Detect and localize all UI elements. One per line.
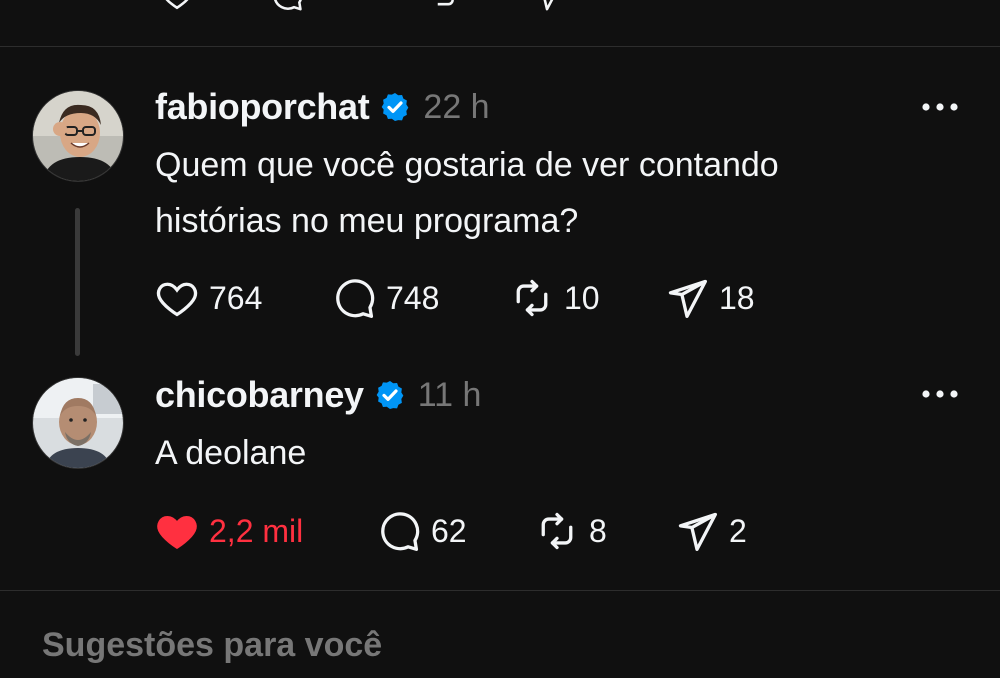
repost-button[interactable]: 8 xyxy=(535,509,675,553)
repost-icon xyxy=(541,512,573,550)
repost-count: 10 xyxy=(564,279,600,316)
post-text: Quem que você gostaria de ver contando h… xyxy=(155,137,935,249)
post-text-line: Quem que você gostaria de ver contando xyxy=(155,146,779,184)
repost-button[interactable]: 10 xyxy=(510,276,665,320)
post-header: chicobarney 11 h xyxy=(155,373,481,417)
share-button[interactable]: 2 xyxy=(675,509,747,553)
like-button[interactable]: 764 xyxy=(155,276,332,320)
username[interactable]: chicobarney xyxy=(155,374,364,416)
heart-icon[interactable] xyxy=(160,0,194,12)
action-bar: 2,2 mil 62 8 2 xyxy=(155,508,747,554)
repost-icon xyxy=(516,279,548,317)
share-icon[interactable] xyxy=(530,0,564,12)
avatar[interactable] xyxy=(32,90,124,182)
thread-line xyxy=(75,208,80,356)
divider-bottom xyxy=(0,590,1000,591)
verified-badge-icon xyxy=(382,93,409,121)
comment-count: 748 xyxy=(386,279,440,316)
timestamp: 22 h xyxy=(423,87,490,126)
comment-button[interactable]: 62 xyxy=(377,509,535,553)
comment-count: 62 xyxy=(431,512,467,549)
suggestions-heading: Sugestões para você xyxy=(42,626,383,664)
share-icon xyxy=(678,512,717,551)
like-button[interactable]: 2,2 mil xyxy=(155,509,377,553)
comment-button[interactable]: 748 xyxy=(332,276,510,320)
more-options-icon[interactable] xyxy=(920,97,960,117)
share-button[interactable]: 18 xyxy=(665,276,755,320)
post-text-line: A deolane xyxy=(155,434,307,472)
heart-icon xyxy=(156,282,198,317)
like-count: 2,2 mil xyxy=(209,512,304,549)
previous-post-actions xyxy=(0,0,1000,46)
repost-count: 8 xyxy=(589,512,607,549)
divider-top xyxy=(0,46,1000,47)
avatar[interactable] xyxy=(32,377,124,469)
like-count: 764 xyxy=(209,279,263,316)
post-header: fabioporchat 22 h xyxy=(155,85,490,129)
timestamp: 11 h xyxy=(417,375,482,414)
share-count: 18 xyxy=(719,279,755,316)
profile-photo-icon xyxy=(33,378,123,468)
comment-icon xyxy=(336,279,375,318)
comment-icon xyxy=(381,512,420,551)
heart-filled-icon xyxy=(157,515,197,550)
post-text: A deolane xyxy=(155,425,935,481)
action-bar: 764 748 10 18 xyxy=(155,275,755,321)
post-text-line: histórias no meu programa? xyxy=(155,202,579,240)
repost-icon[interactable] xyxy=(425,0,459,12)
share-count: 2 xyxy=(729,512,747,549)
more-options-icon[interactable] xyxy=(920,384,960,404)
username[interactable]: fabioporchat xyxy=(155,86,370,128)
verified-badge-icon xyxy=(376,381,404,409)
comment-icon[interactable] xyxy=(270,0,304,12)
profile-photo-icon xyxy=(33,91,123,181)
share-icon xyxy=(668,279,707,318)
